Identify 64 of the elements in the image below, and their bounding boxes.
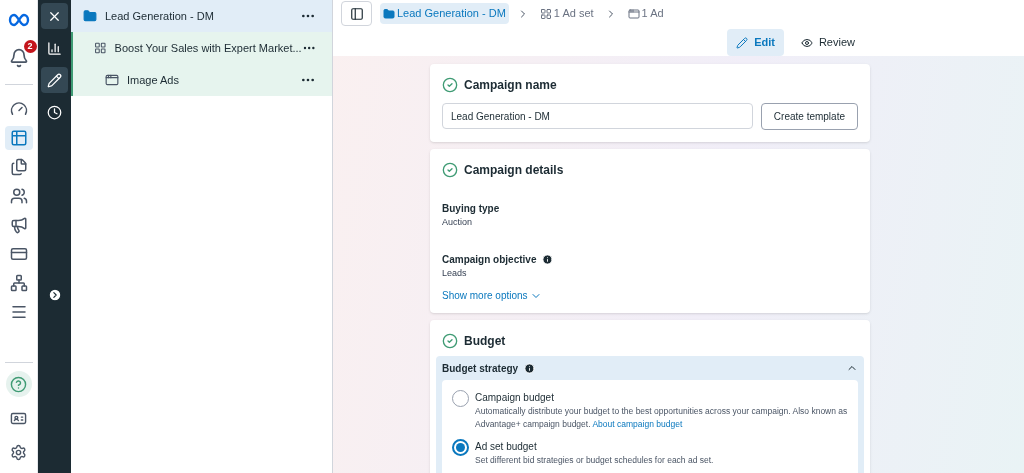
field-value: Auction — [442, 216, 474, 229]
credit-card-icon — [9, 245, 28, 263]
breadcrumb-link[interactable]: Lead Generation - DM — [380, 3, 509, 24]
help-icon — [10, 375, 27, 393]
field-label: Buying type — [442, 202, 500, 216]
folder-icon — [83, 9, 97, 23]
pencil-icon — [47, 72, 62, 88]
tool-button[interactable] — [41, 67, 68, 93]
mode-tab[interactable]: Review — [791, 29, 864, 56]
expand-icon[interactable] — [47, 288, 62, 302]
pages-icon — [9, 158, 28, 176]
show-more-link[interactable]: Show more options — [442, 288, 858, 303]
eye-icon — [800, 36, 813, 49]
check-circle-icon — [442, 162, 458, 178]
window-icon — [105, 73, 119, 87]
clock-icon — [47, 104, 62, 120]
menu-icon — [9, 303, 28, 321]
option-description: Automatically distribute your budget to the best opportunities across your campaign. Also known as Advantage+ campaign budget. About campaign budget — [475, 405, 848, 431]
logo-icon — [6, 12, 31, 28]
tree-row[interactable]: Lead Generation - DM — [71, 0, 332, 32]
folder-icon — [383, 7, 395, 20]
breadcrumb-link[interactable]: 1 Ad — [624, 3, 667, 24]
nav-button[interactable] — [5, 371, 32, 397]
card-title: Campaign details — [464, 162, 564, 179]
info-icon — [542, 253, 554, 265]
radio-button[interactable] — [452, 439, 469, 456]
window-icon — [627, 7, 640, 20]
breadcrumb-link[interactable]: 1 Ad set — [536, 3, 597, 24]
field-label: Campaign objective — [442, 252, 537, 267]
option-label: Campaign budget — [475, 391, 555, 405]
people-icon — [9, 187, 28, 205]
tree-label: Boost Your Sales with Expert Market... — [114, 40, 302, 56]
bar-chart-icon — [47, 40, 62, 56]
pencil-icon — [736, 36, 749, 49]
option-label: Ad set budget — [475, 440, 538, 454]
check-circle-icon — [442, 333, 458, 349]
nav-item[interactable] — [4, 126, 33, 150]
grid-icon — [539, 7, 552, 20]
bell-icon[interactable] — [8, 48, 29, 68]
info-icon — [524, 362, 536, 374]
table-icon — [9, 129, 28, 147]
input-field[interactable]: Lead Generation - DM — [442, 103, 753, 129]
settings-icon — [10, 443, 27, 461]
grid-icon — [94, 41, 107, 55]
tree-label: Image Ads — [127, 72, 180, 88]
panel-toggle-button[interactable] — [341, 1, 372, 26]
network-icon — [9, 274, 28, 292]
tool-button[interactable] — [41, 3, 68, 29]
notification-badge: 2 — [23, 40, 37, 53]
mode-tab[interactable]: Edit — [727, 29, 784, 56]
section-title: Budget strategy — [442, 361, 519, 376]
card-title: Budget — [464, 333, 506, 350]
check-circle-icon — [442, 77, 458, 93]
gauge-icon — [9, 100, 28, 118]
about-link[interactable]: About campaign budget — [592, 419, 683, 429]
tree-row[interactable]: Boost Your Sales with Expert Market... — [71, 32, 332, 64]
field-value: Leads — [442, 266, 468, 280]
option-description: Set different bid strategies or budget schedules for each ad set. — [475, 454, 714, 467]
megaphone-icon — [9, 216, 28, 234]
tree-label: Lead Generation - DM — [105, 8, 215, 24]
create-template-button[interactable]: Create template — [760, 103, 858, 130]
card-title: Campaign name — [464, 77, 557, 94]
sidebar-icon — [349, 6, 364, 21]
tree-row[interactable]: Image Ads — [71, 64, 332, 96]
